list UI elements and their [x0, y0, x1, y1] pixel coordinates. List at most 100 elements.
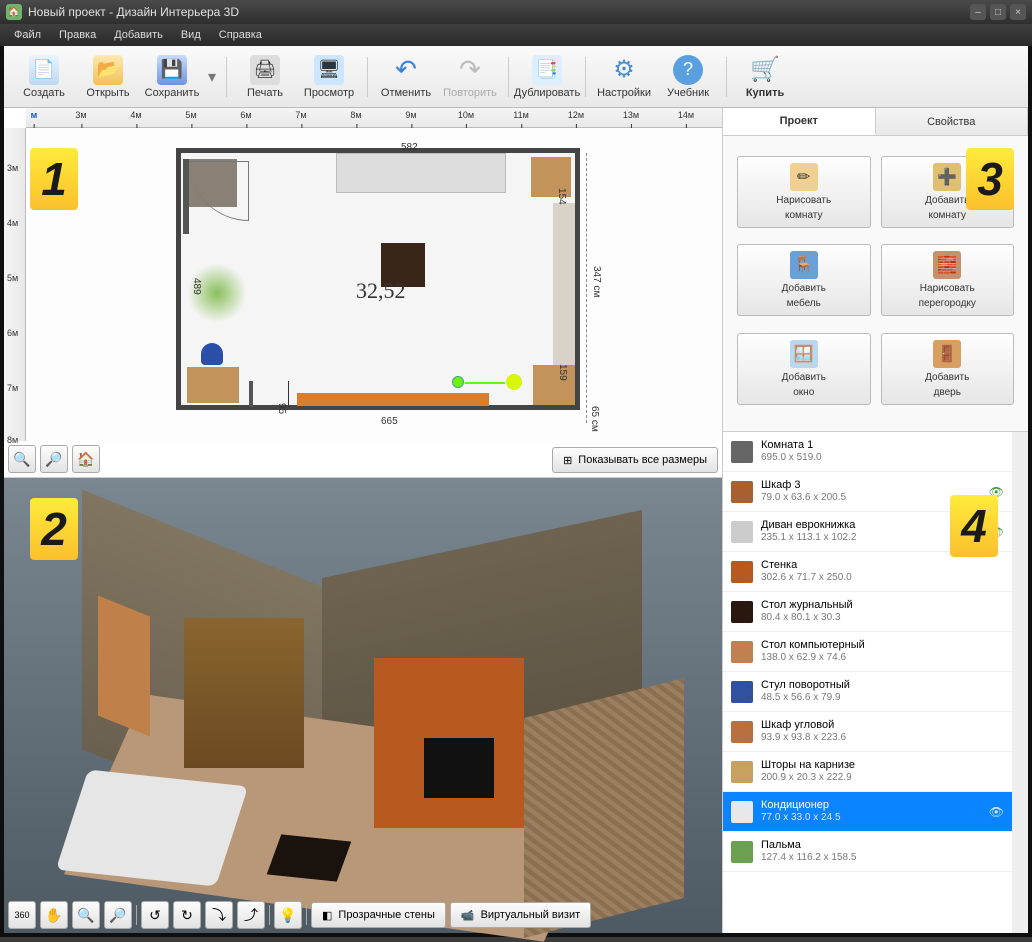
zoom-in-3d-button[interactable]: 🔎 [104, 901, 132, 929]
add-door-button[interactable]: 🚪Добавитьдверь [881, 333, 1015, 405]
titlebar: 🏠 Новый проект - Дизайн Интерьера 3D – □… [0, 0, 1032, 24]
plan-furniture[interactable] [533, 365, 575, 405]
draw-partition-button[interactable]: 🧱Нарисоватьперегородку [881, 244, 1015, 316]
plan-controls: 🔍 🔎 🏠 [8, 445, 100, 473]
close-button[interactable]: × [1010, 4, 1026, 20]
buy-button[interactable]: 🛒Купить [733, 49, 797, 105]
cart-icon: 🛒 [750, 55, 780, 85]
disk-icon: 💾 [157, 55, 187, 85]
list-item[interactable]: Стенка302.6 x 71.7 x 250.0 [723, 552, 1012, 592]
plan-furniture[interactable] [297, 393, 489, 406]
home-icon: 🏠 [77, 451, 94, 468]
transparent-walls-toggle[interactable]: ◧ Прозрачные стены [311, 902, 446, 928]
rotate-left-button[interactable]: ↺ [141, 901, 169, 929]
redo-icon: ↷ [455, 55, 485, 85]
brick-icon: 🧱 [933, 251, 961, 279]
light-button[interactable]: 💡 [274, 901, 302, 929]
menu-file[interactable]: Файл [6, 27, 49, 43]
app-window: 🏠 Новый проект - Дизайн Интерьера 3D – □… [0, 0, 1032, 937]
toolbar-separator [226, 57, 227, 97]
floor-plan-canvas[interactable]: 582 347 см 154 489 665 95 159 65 см 32,5… [26, 128, 722, 441]
print-button[interactable]: 🖨Печать [233, 49, 297, 105]
scrollbar[interactable] [1012, 432, 1028, 933]
left-pane: м 3м 4м 5м 6м 7м 8м 9м 10м 11м 12м 13м 1… [4, 108, 723, 933]
plan-chair[interactable] [201, 343, 223, 365]
undo-button[interactable]: ↶Отменить [374, 49, 438, 105]
plan-door[interactable] [183, 159, 189, 234]
resize-handle[interactable] [452, 376, 464, 388]
wardrobe-3d [98, 595, 150, 736]
toolbar-separator [585, 57, 586, 97]
maximize-button[interactable]: □ [990, 4, 1006, 20]
zoom-in-icon: 🔎 [45, 451, 62, 468]
curtains-3d [184, 618, 304, 768]
add-window-button[interactable]: 🪟Добавитьокно [737, 333, 871, 405]
list-item[interactable]: Шторы на карнизе200.9 x 20.3 x 222.9 [723, 752, 1012, 792]
app-icon: 🏠 [6, 4, 22, 20]
zoom-out-3d-button[interactable]: 🔍 [72, 901, 100, 929]
duplicate-button[interactable]: 📑Дублировать [515, 49, 579, 105]
content-area: 📄Создать 📂Открыть 💾Сохранить ▾ 🖨Печать 🖥… [4, 46, 1028, 933]
side-tabs: Проект Свойства [723, 108, 1028, 136]
zoom-in-button[interactable]: 🔎 [40, 445, 68, 473]
dropdown-arrow-icon[interactable]: ▾ [204, 67, 220, 87]
sofa-icon [731, 521, 753, 543]
open-button[interactable]: 📂Открыть [76, 49, 140, 105]
tab-properties[interactable]: Свойства [876, 108, 1029, 135]
list-item-selected[interactable]: Кондиционер77.0 x 33.0 x 24.5👁 [723, 792, 1012, 832]
add-furniture-button[interactable]: 🪑Добавитьмебель [737, 244, 871, 316]
list-item[interactable]: Стул поворотный48.5 x 56.6 x 79.9 [723, 672, 1012, 712]
settings-button[interactable]: ⚙Настройки [592, 49, 656, 105]
rotate-down-icon: ⤵ [212, 905, 226, 925]
plan-furniture[interactable] [336, 153, 506, 193]
list-item[interactable]: Стол компьютерный138.0 x 62.9 x 74.6 [723, 632, 1012, 672]
folder-icon: 📂 [93, 55, 123, 85]
table-3d [267, 834, 352, 881]
save-button[interactable]: 💾Сохранить [140, 49, 204, 105]
draw-room-button[interactable]: ✏Нарисоватькомнату [737, 156, 871, 228]
minimize-button[interactable]: – [970, 4, 986, 20]
tutorial-button[interactable]: ?Учебник [656, 49, 720, 105]
list-item[interactable]: Пальма127.4 x 116.2 x 158.5 [723, 832, 1012, 872]
view-3d-area: 360 ✋ 🔍 🔎 ↺ ↻ ⤵ ⤴ 💡 ◧ [4, 478, 722, 933]
list-item[interactable]: Стол журнальный80.4 x 80.1 x 30.3 [723, 592, 1012, 632]
rotate-down-button[interactable]: ⤵ [205, 901, 233, 929]
rotate-360-button[interactable]: 360 [8, 901, 36, 929]
help-icon: ? [673, 55, 703, 85]
virtual-visit-button[interactable]: 📹 Виртуальный визит [450, 902, 591, 928]
eye-icon[interactable]: 👁 [989, 805, 1004, 819]
room-icon [731, 441, 753, 463]
list-item[interactable]: Шкаф угловой93.9 x 93.8 x 223.6 [723, 712, 1012, 752]
toolbar-separator [726, 57, 727, 97]
corner-wardrobe-icon [731, 721, 753, 743]
new-file-icon: 📄 [29, 55, 59, 85]
sofa-3d [56, 770, 248, 887]
preview-button[interactable]: 🖥Просмотр [297, 49, 361, 105]
rotate-right-icon: ↻ [181, 907, 193, 924]
menu-edit[interactable]: Правка [51, 27, 104, 43]
door-arc [189, 161, 249, 221]
pan-button[interactable]: ✋ [40, 901, 68, 929]
rotate-right-button[interactable]: ↻ [173, 901, 201, 929]
redo-button[interactable]: ↷Повторить [438, 49, 502, 105]
table-icon [731, 601, 753, 623]
list-item[interactable]: Комната 1695.0 x 519.0 [723, 432, 1012, 472]
show-sizes-toggle[interactable]: ⊞ Показывать все размеры [552, 447, 718, 473]
resize-handle[interactable] [506, 374, 522, 390]
dimension-label: 95 [276, 403, 287, 414]
menu-view[interactable]: Вид [173, 27, 209, 43]
create-button[interactable]: 📄Создать [12, 49, 76, 105]
view-3d-canvas[interactable] [4, 478, 722, 897]
rotate-up-button[interactable]: ⤴ [237, 901, 265, 929]
ac-icon [731, 801, 753, 823]
zoom-out-button[interactable]: 🔍 [8, 445, 36, 473]
menu-help[interactable]: Справка [211, 27, 270, 43]
view-3d-controls: 360 ✋ 🔍 🔎 ↺ ↻ ⤵ ⤴ 💡 ◧ [8, 901, 718, 929]
floor-plan-area: м 3м 4м 5м 6м 7м 8м 9м 10м 11м 12м 13м 1… [4, 108, 722, 478]
plan-furniture[interactable] [187, 367, 239, 403]
monitor-icon: 🖥 [314, 55, 344, 85]
home-button[interactable]: 🏠 [72, 445, 100, 473]
overlay-marker-1: 1 [30, 148, 78, 210]
menu-add[interactable]: Добавить [106, 27, 171, 43]
tab-project[interactable]: Проект [723, 108, 876, 135]
